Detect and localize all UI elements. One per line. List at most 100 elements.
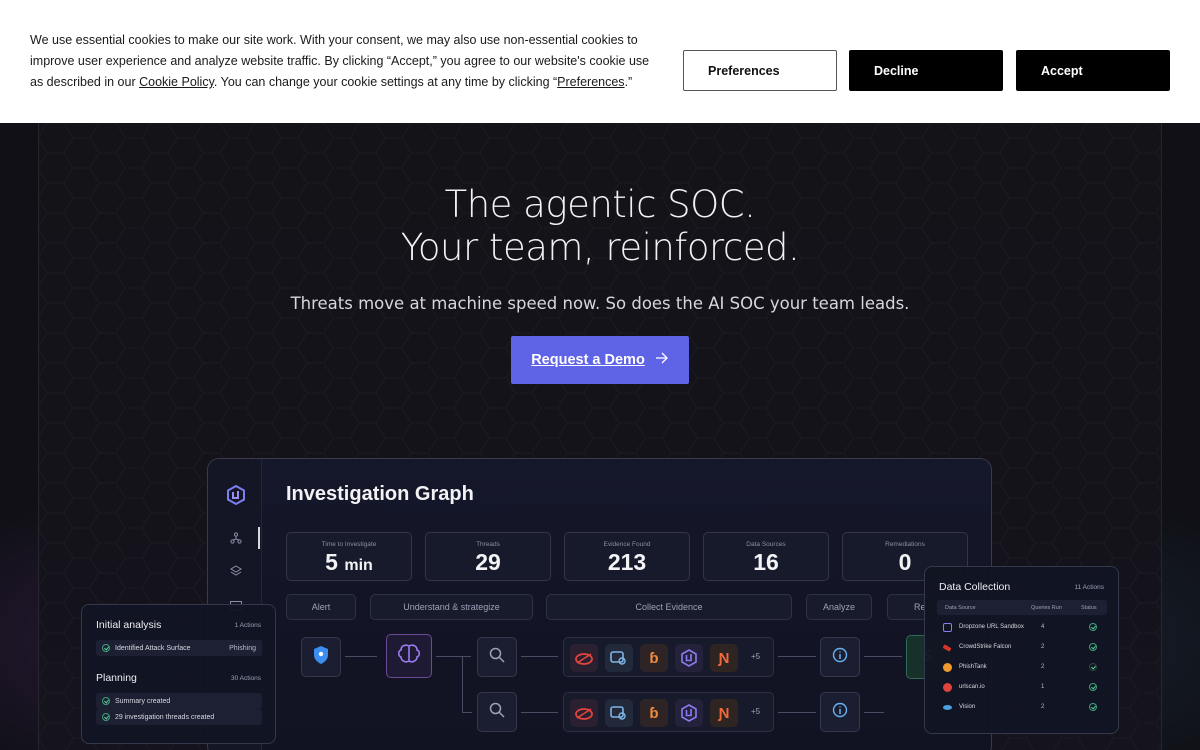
action-count: 30 Actions xyxy=(231,675,261,682)
tag: Phishing xyxy=(229,644,256,652)
queries-run: 4 xyxy=(1041,624,1045,630)
action-count: 1 Actions xyxy=(234,622,261,629)
decline-button[interactable]: Decline xyxy=(849,50,1003,91)
stat-evidence-found: Evidence Found 213 xyxy=(564,532,690,581)
phase-analyze[interactable]: Analyze xyxy=(806,594,872,620)
dropzone-icon xyxy=(943,623,952,632)
list-item-label: Summary created xyxy=(115,697,171,705)
source-name: CrowdStrike Falcon xyxy=(959,644,1012,650)
search-icon xyxy=(489,702,505,723)
more-count: +5 xyxy=(751,652,761,661)
crowdstrike-icon xyxy=(942,644,952,652)
status-check-icon xyxy=(1089,683,1097,691)
queries-run: 1 xyxy=(1041,684,1045,690)
connector xyxy=(521,712,558,713)
partner-logo-icon: Ɲ xyxy=(710,644,738,672)
status-check-icon xyxy=(1089,623,1097,631)
urlscan-icon xyxy=(943,683,952,692)
dropzone-icon xyxy=(675,644,703,672)
stat-value: 213 xyxy=(607,549,647,575)
graph-icon[interactable] xyxy=(230,531,242,549)
connector xyxy=(864,712,884,713)
table-header: Data Source Queries Run Status xyxy=(937,600,1107,615)
stat-number: 5 xyxy=(325,549,338,575)
request-demo-button[interactable]: Request a Demo xyxy=(511,336,689,384)
stat-label: Time to Investigate xyxy=(321,541,377,548)
request-demo-label: Request a Demo xyxy=(531,352,645,368)
logo-icon xyxy=(226,484,246,510)
data-collection-panel: Data Collection 11 Actions Data Source Q… xyxy=(924,566,1119,734)
dashboard-title: Investigation Graph xyxy=(286,483,474,505)
stat-value: 5 min xyxy=(287,549,411,576)
brain-icon xyxy=(397,643,421,669)
redhat-icon xyxy=(570,644,598,672)
accept-button[interactable]: Accept xyxy=(1016,50,1170,91)
connector xyxy=(864,656,902,657)
check-icon xyxy=(102,697,110,705)
search-node[interactable] xyxy=(477,637,517,677)
ai-brain-node[interactable] xyxy=(386,634,432,678)
status-check-icon xyxy=(1089,703,1097,711)
list-item: Identified Attack Surface Phishing xyxy=(96,640,262,656)
phishtank-icon: ɓ xyxy=(640,644,668,672)
cookie-text-part: . You can change your cookie settings at… xyxy=(213,75,558,89)
source-name: PhishTank xyxy=(959,664,987,670)
shield-icon xyxy=(312,645,330,670)
source-name: Dropzone URL Sandbox xyxy=(959,624,1024,630)
header-status: Status xyxy=(1081,605,1097,611)
evidence-sources-group[interactable]: ɓ Ɲ +5 xyxy=(563,637,774,677)
connector xyxy=(778,656,816,657)
phishtank-icon xyxy=(943,663,952,672)
preferences-button[interactable]: Preferences xyxy=(683,50,837,91)
stat-label: Evidence Found xyxy=(603,541,651,548)
layers-icon[interactable] xyxy=(230,564,242,582)
queries-run: 2 xyxy=(1041,644,1045,650)
panel-title: Data Collection xyxy=(939,581,1011,593)
scan-icon xyxy=(605,644,633,672)
initial-analysis-panel: Initial analysis 1 Actions Identified At… xyxy=(81,604,276,744)
table-row: urlscan.io 1 xyxy=(939,679,1105,697)
connector xyxy=(462,656,463,712)
analyze-node[interactable] xyxy=(820,637,860,677)
analyze-node[interactable] xyxy=(820,692,860,732)
vision-eye-icon xyxy=(943,705,952,710)
check-icon xyxy=(102,713,110,721)
stat-value: 16 xyxy=(753,549,779,575)
connector xyxy=(521,656,558,657)
status-check-icon xyxy=(1089,643,1097,651)
info-icon xyxy=(832,702,848,723)
phase-collect-evidence[interactable]: Collect Evidence xyxy=(546,594,792,620)
stat-value: 29 xyxy=(475,549,501,575)
cookie-text-part: .” xyxy=(624,75,633,89)
phishtank-icon: ɓ xyxy=(640,699,668,727)
table-row: Vision 2 xyxy=(939,699,1105,717)
phase-understand[interactable]: Understand & strategize xyxy=(370,594,533,620)
stat-unit: min xyxy=(344,557,373,574)
more-count: +5 xyxy=(751,707,761,716)
header-queries: Queries Run xyxy=(1031,605,1062,611)
phase-alert[interactable]: Alert xyxy=(286,594,356,620)
preferences-link[interactable]: Preferences xyxy=(557,75,624,89)
table-row: CrowdStrike Falcon 2 xyxy=(939,639,1105,657)
cookie-policy-link[interactable]: Cookie Policy xyxy=(139,75,214,89)
list-item: 29 investigation threads created xyxy=(96,709,262,725)
search-node[interactable] xyxy=(477,692,517,732)
active-indicator xyxy=(258,527,260,549)
queries-run: 2 xyxy=(1041,664,1045,670)
stat-label: Threads xyxy=(476,541,500,548)
stat-data-sources: Data Sources 16 xyxy=(703,532,829,581)
scan-icon xyxy=(605,699,633,727)
action-count: 11 Actions xyxy=(1074,584,1104,591)
source-name: urlscan.io xyxy=(959,684,985,690)
list-item-label: 29 investigation threads created xyxy=(115,713,215,721)
info-icon xyxy=(832,647,848,668)
stat-label: Remediations xyxy=(885,541,925,548)
cookie-text: We use essential cookies to make our sit… xyxy=(30,30,660,93)
hero-subtitle: Threats move at machine speed now. So do… xyxy=(290,294,910,313)
connector xyxy=(462,712,472,713)
connector xyxy=(345,656,377,657)
alert-node[interactable] xyxy=(301,637,341,677)
status-pending-icon xyxy=(1089,663,1097,671)
table-row: Dropzone URL Sandbox 4 xyxy=(939,619,1105,637)
evidence-sources-group[interactable]: ɓ Ɲ +5 xyxy=(563,692,774,732)
